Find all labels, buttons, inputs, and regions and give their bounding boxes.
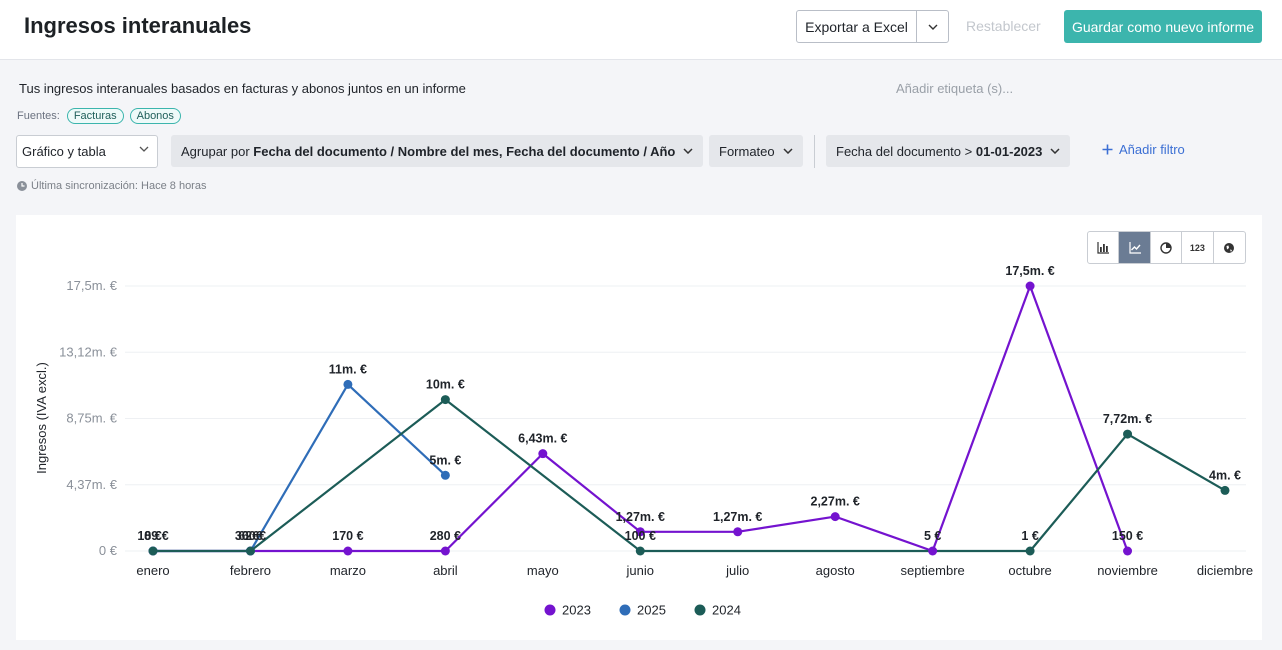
data-point-2024[interactable] xyxy=(635,546,645,556)
data-label: 170 € xyxy=(332,529,363,543)
data-label: 1 € xyxy=(1021,529,1038,543)
x-tick-label: diciembre xyxy=(1197,563,1253,578)
data-label: 11m. € xyxy=(329,362,367,376)
data-label: 100 € xyxy=(625,529,656,543)
data-point-2023[interactable] xyxy=(440,546,450,556)
x-tick-label: agosto xyxy=(816,563,855,578)
line-chart: 0 € 4,37m. € 8,75m. € 13,12m. € 17,5m. € ene… xyxy=(34,264,1253,618)
data-label: 6,43m. € xyxy=(518,432,567,446)
x-tick-label: julio xyxy=(725,563,749,578)
data-point-2024[interactable] xyxy=(1220,485,1230,495)
data-point-2023[interactable] xyxy=(343,546,353,556)
data-label: 0 € xyxy=(144,529,161,543)
y-tick-label: 17,5m. € xyxy=(66,278,117,293)
data-point-2025[interactable] xyxy=(440,470,450,480)
y-tick-label: 8,75m. € xyxy=(66,411,117,426)
x-tick-label: marzo xyxy=(330,563,366,578)
data-point-2023[interactable] xyxy=(830,512,840,522)
data-point-2024[interactable] xyxy=(1025,546,1035,556)
data-label: 4m. € xyxy=(1209,468,1241,482)
y-tick-label: 0 € xyxy=(99,543,118,558)
x-tick-label: abril xyxy=(433,563,458,578)
x-tick-label: junio xyxy=(626,563,654,578)
y-tick-label: 4,37m. € xyxy=(66,477,117,492)
data-label: 1,27m. € xyxy=(616,510,665,524)
legend-marker[interactable] xyxy=(619,604,631,616)
x-tick-label: mayo xyxy=(527,563,559,578)
legend-label[interactable]: 2025 xyxy=(637,603,666,618)
data-point-2023[interactable] xyxy=(538,449,548,459)
data-point-2023[interactable] xyxy=(928,546,938,556)
data-label: 1,27m. € xyxy=(713,510,762,524)
x-tick-label: enero xyxy=(136,563,169,578)
x-tick-label: octubre xyxy=(1008,563,1051,578)
y-axis-label: Ingresos (IVA excl.) xyxy=(34,362,49,474)
data-label: 10m. € xyxy=(426,378,465,392)
x-tick-label: septiembre xyxy=(900,563,964,578)
data-point-2023[interactable] xyxy=(733,527,743,537)
data-label: 2,27m. € xyxy=(811,495,860,509)
data-label: 5m. € xyxy=(429,453,461,467)
data-point-2024[interactable] xyxy=(148,546,158,556)
legend-marker[interactable] xyxy=(544,604,556,616)
data-point-2024[interactable] xyxy=(440,395,450,405)
data-point-2024[interactable] xyxy=(245,546,255,556)
data-label: 360 € xyxy=(235,529,266,543)
data-label: 5 € xyxy=(924,529,941,543)
x-tick-label: febrero xyxy=(230,563,271,578)
legend-marker[interactable] xyxy=(694,604,706,616)
series-line-2025 xyxy=(153,383,447,553)
data-label: 150 € xyxy=(1112,529,1143,543)
legend-label[interactable]: 2023 xyxy=(562,603,591,618)
data-label: 280 € xyxy=(430,529,461,543)
data-point-2024[interactable] xyxy=(1123,429,1133,439)
legend-label[interactable]: 2024 xyxy=(712,603,741,618)
data-label: 7,72m. € xyxy=(1103,412,1152,426)
data-label: 17,5m. € xyxy=(1005,264,1054,278)
series-line-2024 xyxy=(153,398,1226,553)
x-tick-label: noviembre xyxy=(1097,563,1158,578)
data-point-2023[interactable] xyxy=(1123,546,1133,556)
data-point-2023[interactable] xyxy=(1025,281,1035,291)
y-tick-label: 13,12m. € xyxy=(59,344,118,359)
data-point-2025[interactable] xyxy=(343,379,353,389)
